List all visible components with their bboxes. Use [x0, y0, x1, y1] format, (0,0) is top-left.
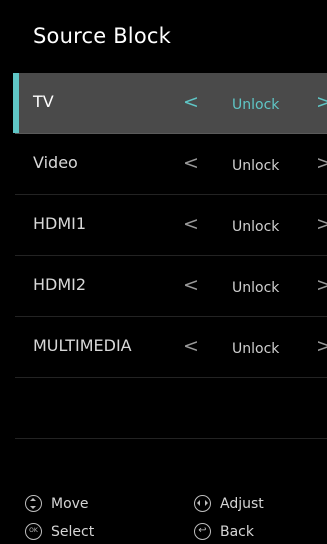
source-label: HDMI1 [33, 214, 87, 233]
hint-move: Move [25, 495, 89, 512]
source-value: Unlock [232, 341, 280, 357]
source-label: MULTIMEDIA [33, 336, 132, 355]
page-title: Source Block [33, 24, 171, 48]
source-label: TV [33, 92, 54, 111]
ok-icon: OK [25, 523, 42, 540]
chevron-right-icon[interactable]: > [316, 212, 327, 236]
source-value: Unlock [232, 219, 280, 235]
chevron-left-icon[interactable]: < [183, 334, 199, 358]
source-row-hdmi2[interactable]: HDMI2 < Unlock > [15, 256, 327, 317]
hint-back-label: Back [220, 523, 254, 540]
source-row-tv[interactable]: TV < Unlock > [13, 73, 327, 134]
hint-select: OK Select [25, 523, 94, 540]
hint-select-label: Select [51, 523, 95, 540]
footer-hints: Move Adjust OK Select ↩ Back [0, 490, 327, 544]
hint-back: ↩ Back [194, 523, 254, 540]
chevron-right-icon[interactable]: > [316, 273, 327, 297]
chevron-right-icon[interactable]: > [316, 334, 327, 358]
source-label: Video [33, 153, 78, 172]
left-right-icon [194, 495, 211, 512]
source-block-panel: Source Block TV < Unlock > Video < Unloc… [0, 0, 327, 544]
hint-adjust-label: Adjust [220, 495, 264, 512]
source-value: Unlock [232, 158, 280, 174]
empty-row [15, 378, 327, 439]
back-icon: ↩ [194, 523, 211, 540]
chevron-left-icon[interactable]: < [183, 273, 199, 297]
source-value: Unlock [232, 280, 280, 296]
source-row-hdmi1[interactable]: HDMI1 < Unlock > [15, 195, 327, 256]
source-label: HDMI2 [33, 275, 87, 294]
chevron-left-icon[interactable]: < [183, 151, 199, 175]
chevron-right-icon[interactable]: > [316, 151, 327, 175]
chevron-left-icon[interactable]: < [183, 90, 199, 114]
up-down-icon [25, 495, 42, 512]
source-row-video[interactable]: Video < Unlock > [15, 134, 327, 195]
chevron-left-icon[interactable]: < [183, 212, 199, 236]
hint-move-label: Move [51, 495, 89, 512]
source-list: TV < Unlock > Video < Unlock > HDMI1 < U… [13, 73, 327, 500]
chevron-right-icon[interactable]: > [316, 90, 327, 114]
source-row-multimedia[interactable]: MULTIMEDIA < Unlock > [15, 317, 327, 378]
source-value: Unlock [232, 97, 280, 113]
hint-adjust: Adjust [194, 495, 264, 512]
